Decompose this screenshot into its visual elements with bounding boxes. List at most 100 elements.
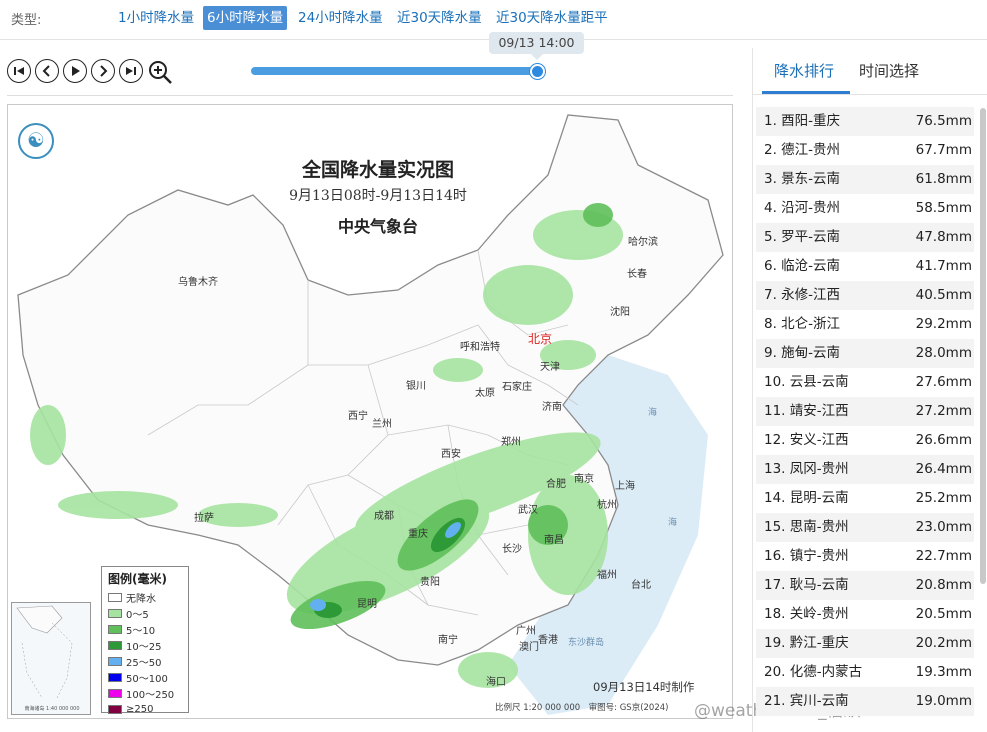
city-label: 成都 <box>374 511 394 522</box>
made-time: 09月13日14时制作 <box>593 680 695 694</box>
tab-24h-rain[interactable]: 24小时降水量 <box>294 6 387 30</box>
play-icon[interactable] <box>63 59 87 83</box>
rainfall-value: 47.8mm <box>915 229 972 245</box>
rainfall-value: 67.7mm <box>915 142 972 158</box>
legend-title: 图例(毫米) <box>108 572 167 586</box>
tab-30d-rain[interactable]: 近30天降水量 <box>393 6 486 30</box>
skip-first-icon[interactable] <box>7 59 31 83</box>
legend-item: 10～25 <box>108 637 182 653</box>
city-label: 长春 <box>627 269 647 280</box>
ranking-row[interactable]: 3. 景东-云南 61.8mm <box>756 165 974 194</box>
station-name: 3. 景东-云南 <box>764 171 841 187</box>
city-label: 香港 <box>538 635 558 646</box>
station-name: 1. 酉阳-重庆 <box>764 113 841 129</box>
ranking-row[interactable]: 15. 思南-贵州 23.0mm <box>756 513 974 542</box>
station-name: 5. 罗平-云南 <box>764 229 841 245</box>
ranking-row[interactable]: 2. 德江-贵州 67.7mm <box>756 136 974 165</box>
skip-last-icon[interactable] <box>119 59 143 83</box>
ranking-row[interactable]: 16. 镇宁-贵州 22.7mm <box>756 542 974 571</box>
city-label: 乌鲁木齐 <box>178 277 218 288</box>
ranking-row[interactable]: 10. 云县-云南 27.6mm <box>756 368 974 397</box>
station-name: 16. 镇宁-贵州 <box>764 548 849 564</box>
map-scale: 比例尺 1:20 000 000 审图号: GS京(2024) <box>495 703 669 713</box>
legend-swatch <box>108 688 122 698</box>
rainfall-value: 27.2mm <box>915 403 972 419</box>
city-label: 北京 <box>528 332 553 346</box>
legend-item: 50～100 <box>108 669 182 685</box>
rainfall-value: 28.0mm <box>915 345 972 361</box>
station-name: 19. 黔江-重庆 <box>764 635 849 651</box>
ranking-row[interactable]: 7. 永修-江西 40.5mm <box>756 281 974 310</box>
ranking-row[interactable]: 17. 耿马-云南 20.8mm <box>756 571 974 600</box>
svg-text:海: 海 <box>648 406 657 418</box>
station-name: 12. 安义-江西 <box>764 432 849 448</box>
ranking-row[interactable]: 21. 宾川-云南 19.0mm <box>756 687 974 716</box>
ranking-row[interactable]: 19. 黔江-重庆 20.2mm <box>756 629 974 658</box>
station-name: 20. 化德-内蒙古 <box>764 664 863 680</box>
scrollbar[interactable] <box>980 108 986 584</box>
zoom-in-icon[interactable] <box>147 59 173 85</box>
city-label: 南昌 <box>544 535 564 546</box>
ranking-row[interactable]: 11. 靖安-江西 27.2mm <box>756 397 974 426</box>
legend-item: 5～10 <box>108 621 182 637</box>
city-label: 银川 <box>406 381 426 392</box>
ranking-row[interactable]: 6. 临沧-云南 41.7mm <box>756 252 974 281</box>
inset-caption: 南海诸岛 1:40 000 000 <box>24 706 80 712</box>
ranking-row[interactable]: 8. 北仑-浙江 29.2mm <box>756 310 974 339</box>
ranking-row[interactable]: 13. 凤冈-贵州 26.4mm <box>756 455 974 484</box>
city-label: 武汉 <box>518 505 538 516</box>
city-label: 海口 <box>486 677 506 688</box>
map-org: 中央气象台 <box>337 217 418 236</box>
rainfall-value: 26.4mm <box>915 461 972 477</box>
svg-text:海: 海 <box>668 516 677 528</box>
time-slider-track[interactable] <box>251 67 539 75</box>
ranking-row[interactable]: 1. 酉阳-重庆 76.5mm <box>756 107 974 136</box>
prev-icon[interactable] <box>35 59 59 83</box>
city-label: 上海 <box>615 481 635 492</box>
station-name: 6. 临沧-云南 <box>764 258 841 274</box>
next-icon[interactable] <box>91 59 115 83</box>
ranking-row[interactable]: 5. 罗平-云南 47.8mm <box>756 223 974 252</box>
tab-6h-rain[interactable]: 6小时降水量 <box>203 6 288 30</box>
ranking-row[interactable]: 9. 施甸-云南 28.0mm <box>756 339 974 368</box>
city-label: 呼和浩特 <box>460 342 500 353</box>
station-name: 13. 凤冈-贵州 <box>764 461 849 477</box>
ranking-row[interactable]: 14. 昆明-云南 25.2mm <box>756 484 974 513</box>
station-name: 9. 施甸-云南 <box>764 345 841 361</box>
station-name: 17. 耿马-云南 <box>764 577 849 593</box>
city-label: 昆明 <box>357 599 377 610</box>
ranking-row[interactable]: 18. 关岭-贵州 20.5mm <box>756 600 974 629</box>
rainfall-value: 22.7mm <box>915 548 972 564</box>
legend-item: ≥250 <box>108 701 182 717</box>
tab-1h-rain[interactable]: 1小时降水量 <box>114 6 198 30</box>
rainfall-value: 29.2mm <box>915 316 972 332</box>
time-slider-handle[interactable] <box>530 64 545 79</box>
ranking-row[interactable]: 4. 沿河-贵州 58.5mm <box>756 194 974 223</box>
city-label: 南宁 <box>438 635 458 646</box>
active-tab-indicator <box>762 91 850 94</box>
rainfall-app: 类型: 1小时降水量 6小时降水量 24小时降水量 近30天降水量 近30天降水… <box>0 0 987 732</box>
rainfall-value: 20.8mm <box>915 577 972 593</box>
rainfall-map[interactable]: 海 海 东沙群岛 ☯ 全国降水量实况图 9月13日08时-9月13日14时 中央… <box>7 104 733 719</box>
tab-time-select[interactable]: 时间选择 <box>859 60 919 81</box>
legend-swatch <box>108 640 122 650</box>
station-name: 18. 关岭-贵州 <box>764 606 849 622</box>
rainfall-value: 23.0mm <box>915 519 972 535</box>
ranking-row[interactable]: 20. 化德-内蒙古 19.3mm <box>756 658 974 687</box>
city-label: 长沙 <box>502 544 522 555</box>
city-label: 合肥 <box>546 479 566 490</box>
station-name: 14. 昆明-云南 <box>764 490 849 506</box>
city-label: 贵阳 <box>420 577 440 588</box>
city-label: 福州 <box>597 570 617 581</box>
cma-logo: ☯ <box>18 123 54 159</box>
tab-rain-ranking[interactable]: 降水排行 <box>774 60 834 81</box>
legend-swatch <box>108 608 122 618</box>
legend-swatch <box>108 704 122 714</box>
city-label: 太原 <box>475 388 495 399</box>
rainfall-value: 19.0mm <box>915 693 972 709</box>
time-tooltip: 09/13 14:00 <box>489 32 584 60</box>
tab-30d-anomaly[interactable]: 近30天降水量距平 <box>492 6 612 30</box>
tab-divider <box>753 94 987 95</box>
station-name: 11. 靖安-江西 <box>764 403 849 419</box>
ranking-row[interactable]: 12. 安义-江西 26.6mm <box>756 426 974 455</box>
